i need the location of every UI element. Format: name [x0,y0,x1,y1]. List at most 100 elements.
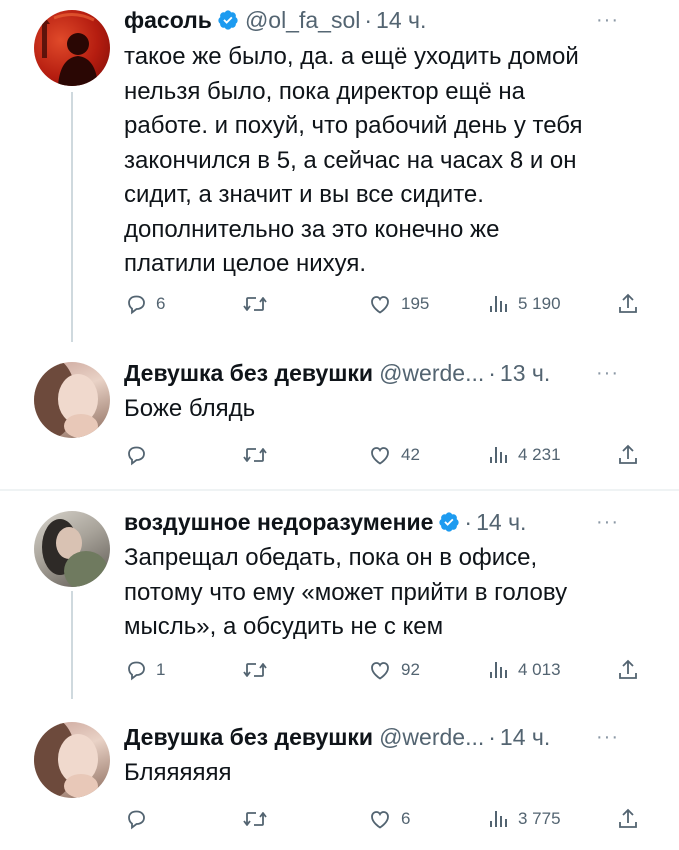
verified-badge-icon [217,9,239,31]
reply-icon [128,446,145,466]
share-button[interactable] [616,804,640,834]
more-icon[interactable]: ··· [596,726,619,749]
views-button[interactable]: 5 190 [486,289,561,319]
author-name[interactable]: воздушное недоразумение [124,509,433,536]
more-icon[interactable]: ··· [596,9,619,32]
author-name[interactable]: фасоль [124,7,212,34]
heart-icon [371,296,389,314]
retweet-button[interactable] [242,655,276,685]
tweet-2[interactable]: Девушка без девушки @werde... · 13 ч. ··… [0,350,679,485]
like-button[interactable]: 42 [367,440,420,470]
verified-badge-icon [438,511,460,533]
like-button[interactable]: 92 [367,655,420,685]
thread-line [71,591,73,699]
author-name[interactable]: Девушка без девушки [124,360,373,387]
tweet-time[interactable]: 14 ч. [376,7,426,34]
views-icon [490,662,507,678]
share-icon [619,659,637,679]
like-count: 92 [401,660,420,679]
heart-icon [371,447,389,465]
views-button[interactable]: 4 013 [486,655,561,685]
avatar-girl[interactable] [34,722,110,798]
tweet-line: такое же было, да. а ещё уходить домой [124,43,579,70]
views-count: 3 775 [518,809,561,828]
reply-button[interactable] [124,440,156,470]
share-icon [619,293,637,313]
retweet-button[interactable] [242,804,276,834]
reply-button[interactable] [124,804,156,834]
tweet-header: Девушка без девушки @werde... · 13 ч. ··… [124,358,659,388]
more-icon[interactable]: ··· [596,362,619,385]
views-icon [490,296,507,312]
avatar-hand [64,414,98,438]
tweet-time[interactable]: 14 ч. [500,724,550,751]
like-button[interactable]: 195 [367,289,429,319]
tweet-line: нельзя было, пока директор ещё на [124,77,525,105]
tweet-line: мысль», а обсудить не с кем [124,613,444,640]
author-handle[interactable]: @werde... [379,724,484,751]
separator-dot: · [464,508,473,535]
views-count: 5 190 [518,294,561,313]
tweet-time[interactable]: 13 ч. [500,360,550,387]
tweet-text: такое же было, да. а ещё уходить домой н… [124,40,644,282]
tweet-text: Боже блядь [124,392,644,427]
tweet-line: сидит, а значит и вы все сидите. [124,181,484,208]
share-icon [619,444,637,464]
avatar-fasol[interactable] [34,10,110,86]
avatar-silhouette [38,13,98,86]
tweet-line: потому что ему «может прийти в голову [124,578,568,606]
tweet-3[interactable]: воздушное недоразумение · 14 ч. ··· Запр… [0,491,679,701]
retweet-button[interactable] [242,440,276,470]
reply-icon [128,295,145,315]
tweet-time[interactable]: 14 ч. [476,509,526,536]
views-button[interactable]: 3 775 [486,804,561,834]
retweet-icon [243,297,267,311]
tweet-text: Запрещал обедать, пока он в офисе, потом… [124,541,644,645]
reply-button[interactable]: 1 [124,655,165,685]
reply-count: 1 [156,660,166,679]
like-count: 6 [401,809,411,828]
share-button[interactable] [616,655,640,685]
views-count: 4 013 [518,660,561,679]
views-icon [490,447,507,463]
author-handle[interactable]: @ol_fa_sol [245,7,360,34]
action-bar: 42 4 231 [124,440,644,470]
reply-button[interactable]: 6 [124,289,165,319]
share-icon [619,808,637,828]
views-icon [490,811,507,827]
heart-icon [371,811,389,829]
action-bar: 6 195 5 190 [124,289,644,319]
tweet-line: дополнительно за это конечно же [124,215,500,243]
tweet-header: Девушка без девушки @werde... · 14 ч. ··… [124,722,659,752]
separator-dot: · [488,723,496,750]
retweet-icon [243,812,267,826]
heart-icon [371,662,389,680]
action-bar: 1 92 4 013 [124,655,644,685]
views-count: 4 231 [518,445,561,464]
separator-dot: · [488,359,496,386]
tweet-header: воздушное недоразумение · 14 ч. ··· [124,507,659,537]
tweet-line: платили целое нихуя. [124,250,367,277]
tweet-text: Бляяяяяя [124,756,644,791]
tweet-1[interactable]: фасоль @ol_fa_sol · 14 ч. ··· такое же б… [0,0,679,350]
author-handle[interactable]: @werde... [379,360,484,387]
avatar-girl[interactable] [34,362,110,438]
views-button[interactable]: 4 231 [486,440,561,470]
avatar-hand [64,774,98,798]
retweet-button[interactable] [242,289,276,319]
separator-dot: · [364,6,373,33]
like-button[interactable]: 6 [367,804,410,834]
reply-icon [128,661,145,681]
thread-line [71,92,73,342]
tweet-line: Запрещал обедать, пока он в офисе, [124,544,538,571]
more-icon[interactable]: ··· [596,511,619,534]
tweet-line: закончился в 5, а сейчас на часах 8 и он [124,146,577,174]
retweet-icon [243,448,267,462]
share-button[interactable] [616,289,640,319]
share-button[interactable] [616,440,640,470]
tweet-4[interactable]: Девушка без девушки @werde... · 14 ч. ··… [0,708,679,850]
avatar-body [64,551,108,587]
author-name[interactable]: Девушка без девушки [124,724,373,751]
tweet-header: фасоль @ol_fa_sol · 14 ч. ··· [124,5,659,35]
avatar-air[interactable] [34,511,110,587]
